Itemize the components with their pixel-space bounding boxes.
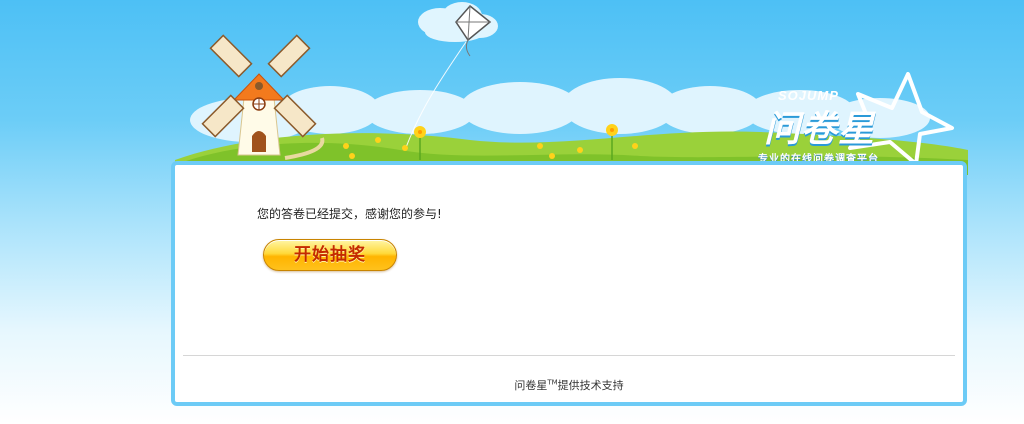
footer-credit: 问卷星TM提供技术支持: [175, 377, 963, 393]
footer-brand: 问卷星: [514, 379, 548, 392]
logo-main-text: 问卷星: [764, 109, 876, 150]
trademark-mark: TM: [547, 378, 558, 387]
submission-message: 您的答卷已经提交，感谢您的参与!: [257, 207, 442, 221]
divider: [183, 355, 955, 356]
content-panel: 您的答卷已经提交，感谢您的参与! 开始抽奖 问卷星TM提供技术支持: [171, 161, 967, 406]
start-lottery-button[interactable]: 开始抽奖: [263, 239, 397, 271]
brand-logo: SOJUMP 问卷星 专业的在线问卷调查平台: [740, 72, 955, 168]
footer-credit-text: 提供技术支持: [557, 379, 624, 392]
